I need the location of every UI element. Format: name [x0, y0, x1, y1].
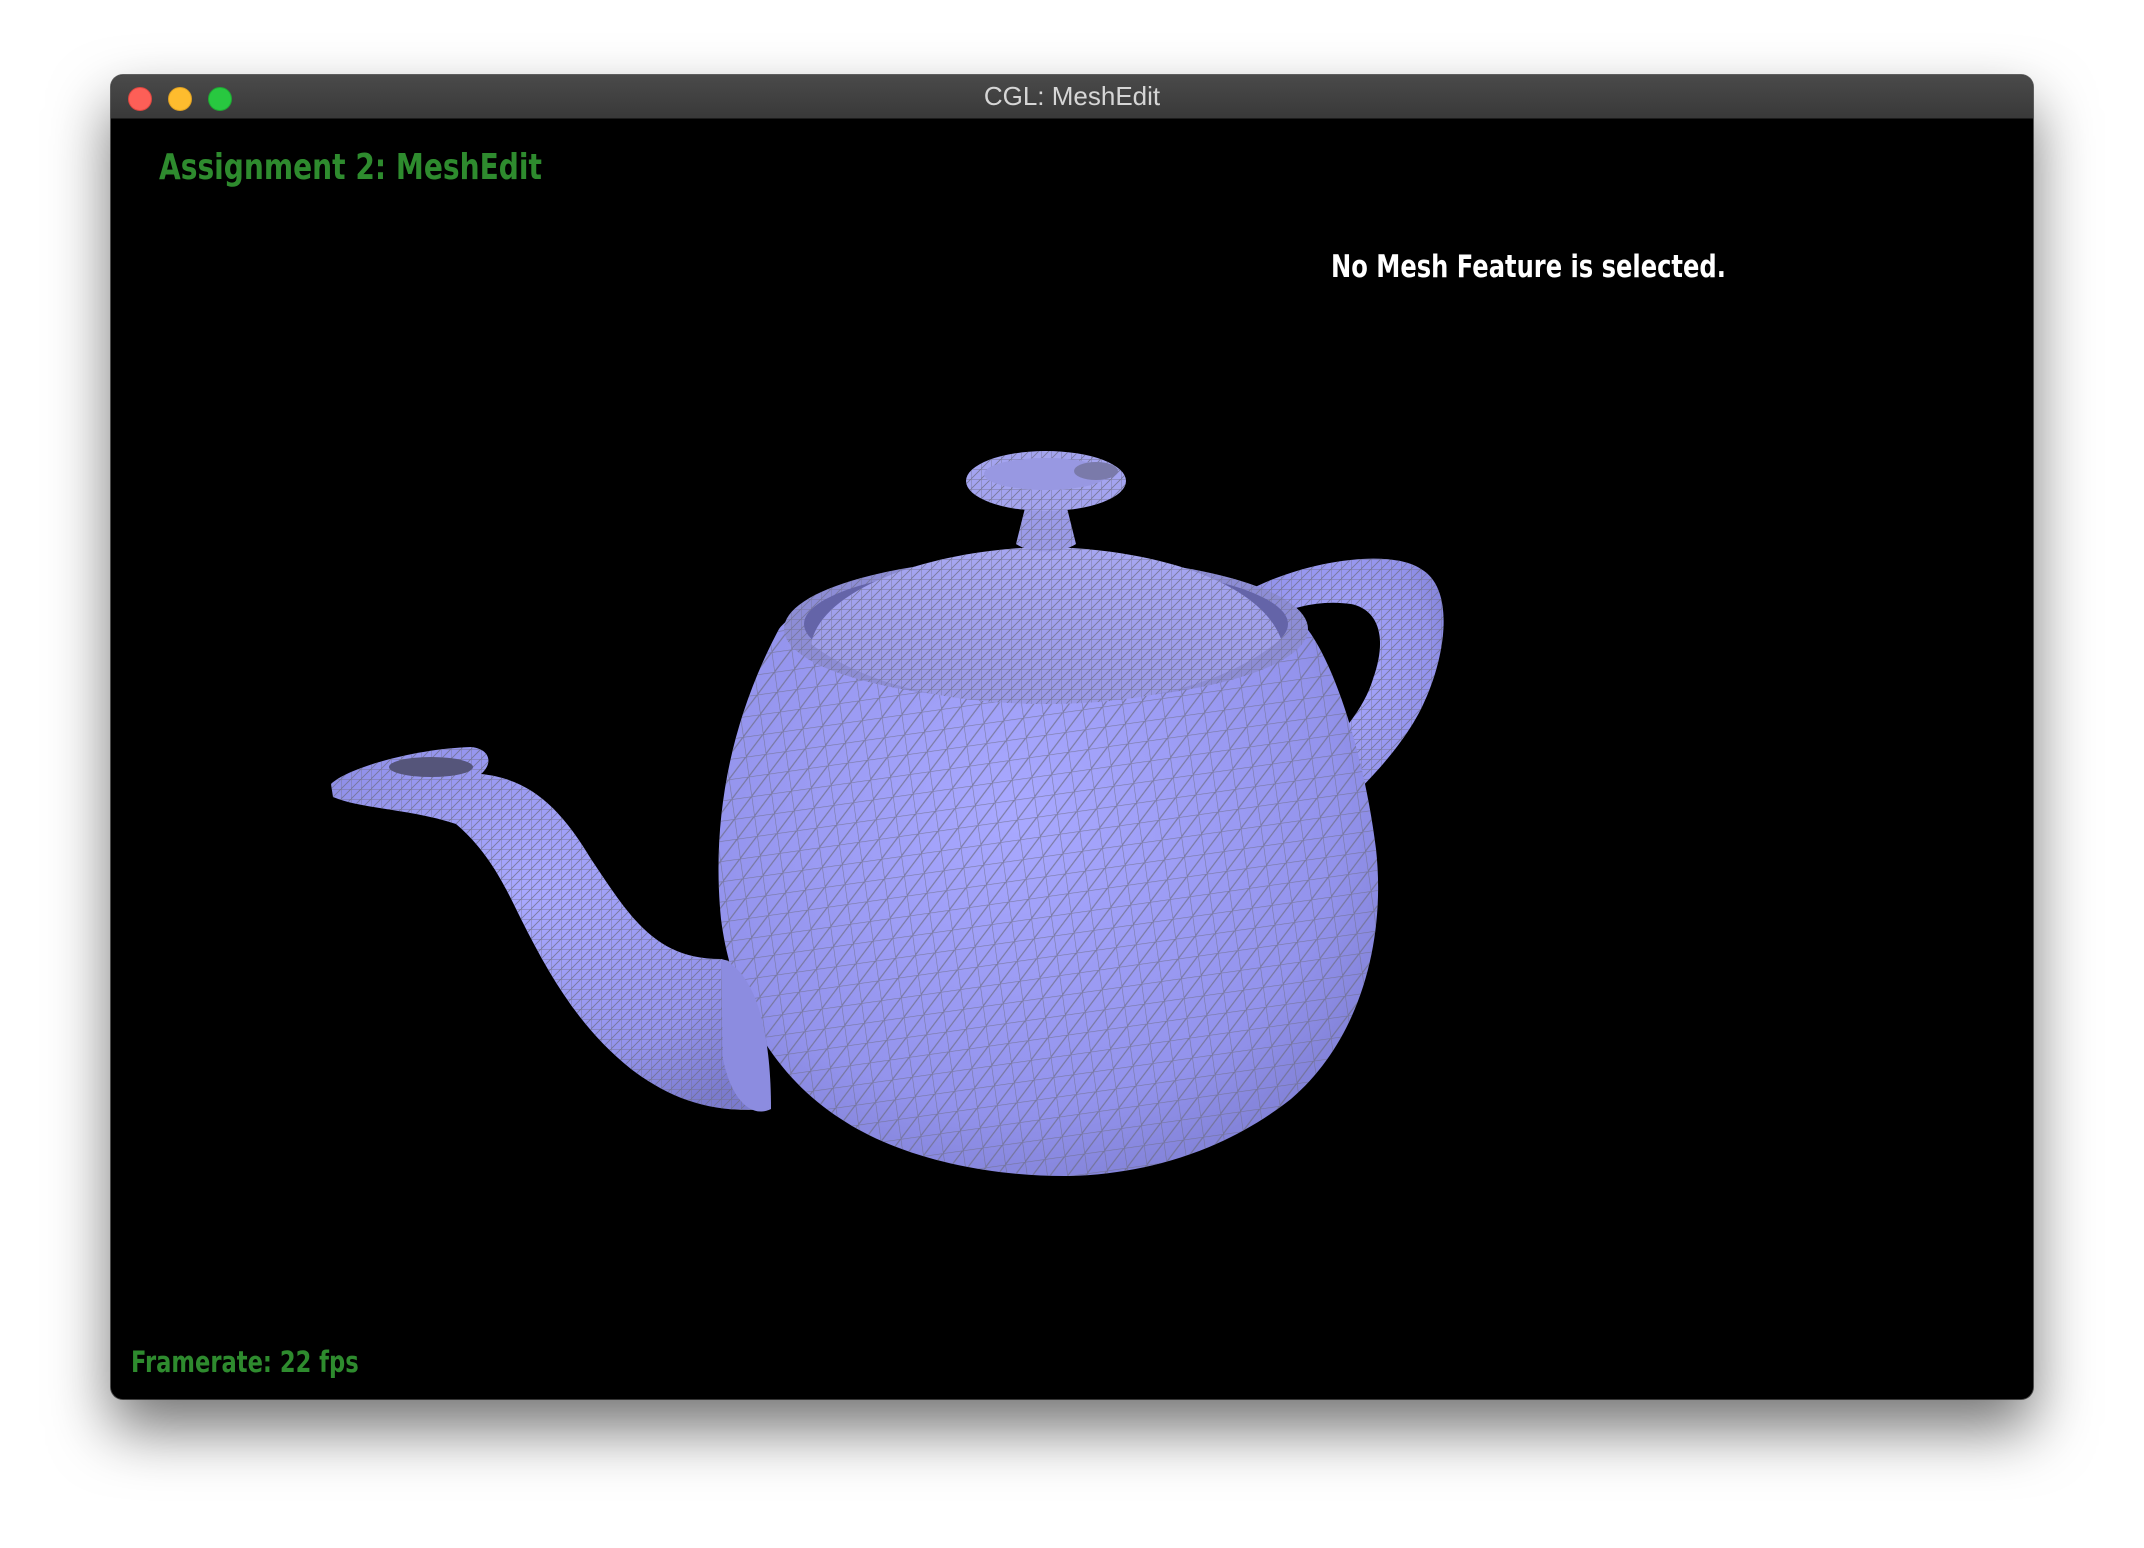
title-bar[interactable]: CGL: MeshEdit: [111, 75, 2033, 119]
selection-status: No Mesh Feature is selected.: [1331, 249, 1726, 285]
render-viewport[interactable]: Assignment 2: MeshEdit No Mesh Feature i…: [111, 119, 2033, 1399]
teapot-spout: [331, 747, 771, 1110]
window-title: CGL: MeshEdit: [983, 81, 1161, 111]
teapot-mesh-icon[interactable]: [111, 119, 2033, 1399]
app-window: CGL: MeshEdit Assignment 2: MeshEdit No …: [111, 75, 2033, 1399]
page-title: Assignment 2: MeshEdit: [159, 147, 542, 188]
framerate-readout: Framerate: 22 fps: [131, 1345, 359, 1379]
